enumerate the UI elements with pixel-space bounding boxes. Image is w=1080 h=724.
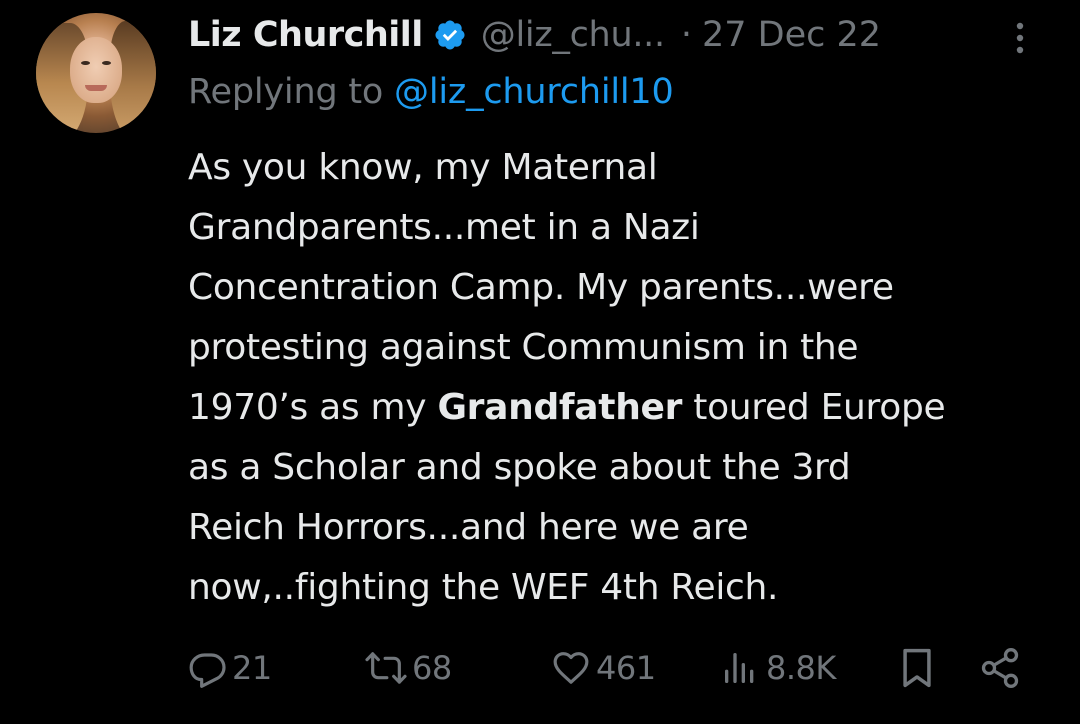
views-count: 8.8K	[766, 649, 836, 687]
share-button[interactable]	[978, 640, 1022, 696]
views-button[interactable]: 8.8K	[718, 640, 836, 696]
tweet-header: Liz Churchill @liz_chu... · 27 Dec 22	[188, 10, 881, 60]
avatar[interactable]	[36, 13, 156, 133]
retweet-button[interactable]: 68	[364, 640, 452, 696]
replying-mention-link[interactable]: @liz_churchill10	[394, 72, 674, 112]
tweet-body: As you know, my Maternal Grandparents...…	[188, 138, 1058, 618]
tweet-date[interactable]: 27 Dec 22	[702, 15, 881, 55]
tweet-text-line: Grandparents...met in a Nazi	[188, 207, 700, 248]
reply-button[interactable]: 21	[188, 640, 272, 696]
bookmark-button[interactable]	[898, 640, 936, 696]
reply-icon	[188, 648, 228, 688]
reply-count: 21	[232, 649, 272, 687]
more-options-icon[interactable]	[1005, 18, 1035, 58]
tweet-text-line: Concentration Camp. My parents...were	[188, 267, 894, 308]
tweet-text-line: as a Scholar and spoke about the 3rd	[188, 447, 851, 488]
tweet-text-line: protesting against Communism in the	[188, 327, 859, 368]
action-bar: 21 68 461 8.8K	[188, 640, 1028, 696]
verified-badge-icon	[433, 18, 467, 52]
views-icon	[718, 648, 762, 688]
tweet-text-line: Reich Horrors...and here we are	[188, 507, 749, 548]
share-icon	[978, 646, 1022, 690]
tweet-text-line: As you know, my Maternal	[188, 147, 658, 188]
tweet: Liz Churchill @liz_chu... · 27 Dec 22 Re…	[0, 0, 1080, 724]
replying-prefix: Replying to	[188, 72, 395, 112]
author-name[interactable]: Liz Churchill	[188, 15, 423, 55]
tweet-text-line: now,..fighting the WEF 4th Reich.	[188, 567, 779, 608]
tweet-text-bold: Grandfather	[437, 387, 683, 428]
like-button[interactable]: 461	[550, 640, 656, 696]
like-count: 461	[596, 649, 656, 687]
tweet-text-line: 1970’s as my Grandfather toured Europe	[188, 378, 1058, 438]
tweet-text-segment: 1970’s as my	[188, 387, 438, 428]
author-handle[interactable]: @liz_chu...	[481, 15, 665, 55]
retweet-count: 68	[412, 649, 452, 687]
retweet-icon	[364, 648, 408, 688]
bookmark-icon	[898, 646, 936, 690]
like-icon	[550, 648, 592, 688]
replying-to: Replying to @liz_churchill10	[188, 72, 674, 112]
tweet-text-segment: toured Europe	[682, 387, 946, 428]
separator-dot: ·	[680, 15, 692, 55]
